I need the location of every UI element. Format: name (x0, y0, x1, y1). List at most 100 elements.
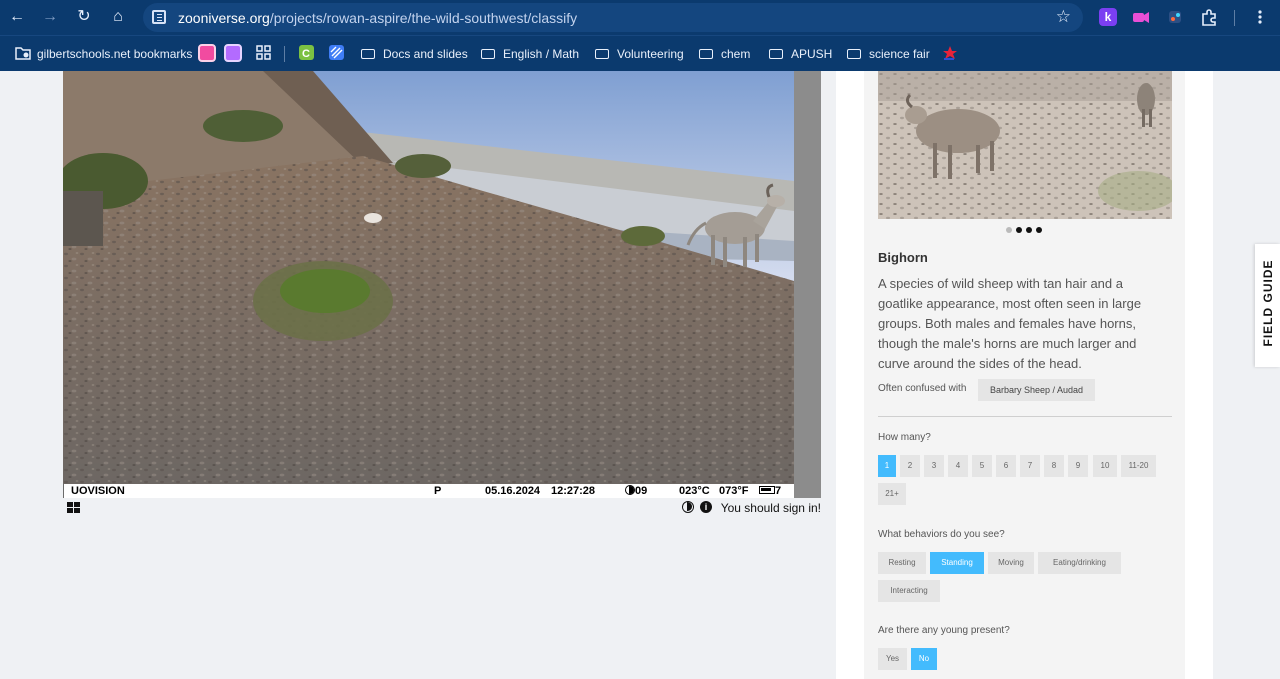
camera-info-band: UOVISION P 05.16.2024 12:27:28 09 023°C … (64, 484, 794, 498)
folder-icon (481, 49, 495, 59)
bookmark-purple-icon[interactable] (224, 44, 242, 62)
home-icon[interactable]: ⌂ (108, 7, 128, 27)
camera-mode: P (434, 485, 442, 497)
bookmark-star-icon[interactable]: ☆ (1056, 7, 1071, 27)
bookmarks-divider (284, 46, 285, 62)
section-divider (878, 416, 1172, 417)
subject-viewer[interactable]: UOVISION P 05.16.2024 12:27:28 09 023°C … (63, 71, 821, 498)
battery-icon (759, 486, 775, 494)
camera-brand: UOVISION (71, 485, 125, 497)
extension-k-icon[interactable]: k (1099, 8, 1117, 26)
folder-icon (595, 49, 609, 59)
count-option-5[interactable]: 5 (972, 455, 992, 477)
count-option-11-20[interactable]: 11-20 (1121, 455, 1156, 477)
count-option-9[interactable]: 9 (1068, 455, 1088, 477)
bookmark-apps[interactable]: gilbertschools.net bookmarks (15, 45, 192, 63)
bookmark-folder-label: chem (721, 47, 751, 61)
camera-battery: 7 (759, 484, 781, 498)
species-name: Bighorn (878, 250, 928, 265)
folder-icon (769, 49, 783, 59)
carousel-dot[interactable] (1016, 227, 1022, 233)
behavior-option-resting[interactable]: Resting (878, 552, 926, 574)
bookmark-folder-apush[interactable]: APUSH (769, 45, 832, 63)
camera-date: 05.16.2024 (485, 485, 541, 497)
info-icon[interactable]: i (700, 501, 712, 513)
moon-value: 09 (635, 485, 648, 497)
contrast-icon[interactable] (682, 501, 694, 513)
bookmark-pink-icon[interactable] (198, 44, 216, 62)
address-bar[interactable]: zooniverse.org/projects/rowan-aspire/the… (143, 3, 1083, 32)
behavior-option-eating-drinking[interactable]: Eating/drinking (1038, 552, 1121, 574)
young-option-yes[interactable]: Yes (878, 648, 907, 670)
carousel-dot[interactable] (1026, 227, 1032, 233)
bookmark-folder-science-fair[interactable]: science fair (847, 45, 930, 63)
bookmark-green-c-icon[interactable]: C (299, 45, 314, 60)
bookmark-folder-docs[interactable]: Docs and slides (361, 45, 468, 63)
bookmarks-bar: gilbertschools.net bookmarks C Docs and … (0, 35, 1280, 71)
bookmark-folder-label: Docs and slides (383, 47, 468, 61)
young-present-question: Are there any young present? (878, 625, 1010, 636)
image-side-strip[interactable] (794, 71, 821, 498)
bookmark-blue-icon[interactable] (329, 45, 344, 60)
how-many-question: How many? (878, 432, 931, 443)
bookmark-folder-label: science fair (869, 47, 930, 61)
count-option-3[interactable]: 3 (924, 455, 944, 477)
bookmark-folder-english-math[interactable]: English / Math (481, 45, 579, 63)
count-option-10[interactable]: 10 (1093, 455, 1117, 477)
field-guide-label: FIELD GUIDE (1261, 259, 1275, 347)
browser-menu-icon[interactable] (1251, 8, 1269, 26)
bookmark-folder-volunteering[interactable]: Volunteering (595, 45, 684, 63)
bookmark-folder-label: English / Math (503, 47, 580, 61)
folder-icon (847, 49, 861, 59)
behavior-option-standing[interactable]: Standing (930, 552, 984, 574)
camera-temp-f: 073°F (719, 485, 749, 497)
species-reference-photo[interactable] (878, 71, 1172, 219)
url-text[interactable]: zooniverse.org/projects/rowan-aspire/the… (178, 10, 577, 26)
reload-icon[interactable]: ↻ (74, 7, 94, 27)
young-option-no[interactable]: No (911, 648, 937, 670)
count-option-21-plus[interactable]: 21+ (878, 483, 906, 505)
folder-icon (361, 49, 375, 59)
subject-grid-icon[interactable] (67, 502, 80, 513)
browser-toolbar: ← → ↻ ⌂ zooniverse.org/projects/rowan-as… (0, 0, 1280, 35)
count-option-8[interactable]: 8 (1044, 455, 1064, 477)
bookmark-folder-chem[interactable]: chem (699, 45, 750, 63)
carousel-dot[interactable] (1036, 227, 1042, 233)
folder-icon (699, 49, 713, 59)
camera-time: 12:27:28 (551, 485, 596, 497)
behavior-option-moving[interactable]: Moving (988, 552, 1034, 574)
camera-temp-c: 023°C (679, 485, 710, 497)
camera-moon-phase: 09 (625, 484, 647, 498)
behavior-option-interacting[interactable]: Interacting (878, 580, 940, 602)
moon-icon (625, 485, 635, 495)
confused-species-button[interactable]: Barbary Sheep / Audad (978, 379, 1095, 401)
subject-viewer-footer: i You should sign in! (63, 499, 821, 519)
count-option-1[interactable]: 1 (878, 455, 896, 477)
behaviors-question: What behaviors do you see? (878, 529, 1005, 540)
camera-trap-photo[interactable] (63, 71, 794, 484)
count-option-6[interactable]: 6 (996, 455, 1016, 477)
carousel-dot[interactable] (1006, 227, 1012, 233)
battery-value: 7 (775, 485, 782, 497)
bookmark-grid-icon[interactable] (255, 44, 273, 62)
back-arrow-icon[interactable]: ← (7, 7, 27, 27)
count-option-7[interactable]: 7 (1020, 455, 1040, 477)
extension-video-icon[interactable] (1132, 8, 1150, 26)
toolbar-divider (1234, 10, 1235, 26)
extensions-puzzle-icon[interactable] (1200, 8, 1218, 26)
site-info-icon[interactable] (152, 10, 166, 24)
bookmark-star-logo-icon[interactable] (941, 44, 959, 62)
svg-text:C: C (302, 48, 310, 60)
bookmark-apps-label: gilbertschools.net bookmarks (37, 47, 193, 61)
count-option-2[interactable]: 2 (900, 455, 920, 477)
bookmark-folder-label: APUSH (791, 47, 833, 61)
confused-with-label: Often confused with (878, 383, 967, 394)
sign-in-prompt[interactable]: You should sign in! (721, 501, 821, 515)
field-guide-tab[interactable]: FIELD GUIDE (1255, 244, 1280, 367)
managed-folder-icon (15, 47, 31, 60)
forward-arrow-icon[interactable]: → (40, 7, 60, 27)
species-description: A species of wild sheep with tan hair an… (878, 276, 1142, 371)
extension-puzzle-color-icon[interactable] (1166, 8, 1184, 26)
bookmark-folder-label: Volunteering (617, 47, 684, 61)
count-option-4[interactable]: 4 (948, 455, 968, 477)
